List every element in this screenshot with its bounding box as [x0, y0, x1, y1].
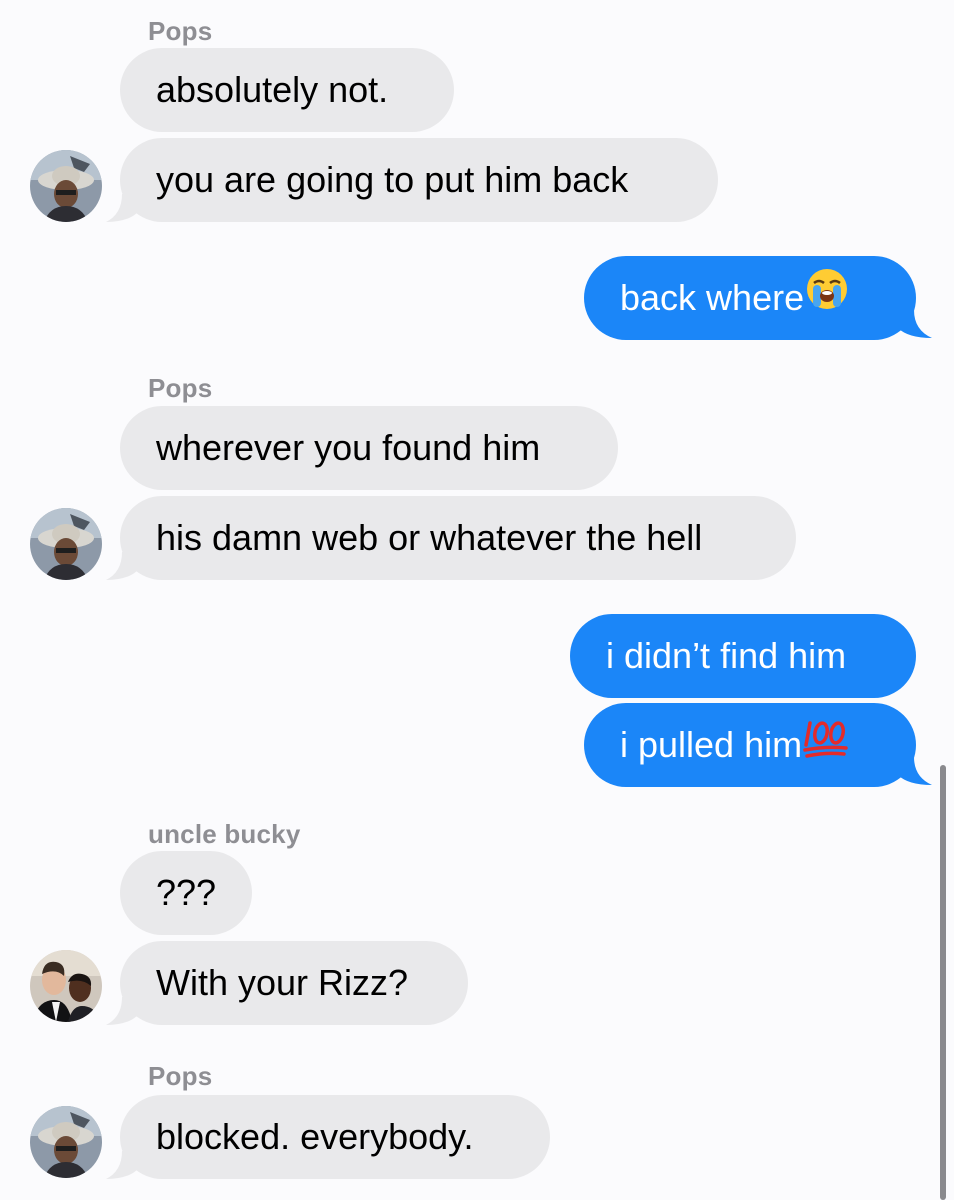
outgoing-message-text: i pulled him: [620, 724, 803, 765]
sender-name-uncle-bucky: uncle bucky: [148, 819, 301, 849]
outgoing-bubble-tail: [898, 757, 932, 785]
avatar-pops-photo: [30, 508, 102, 580]
incoming-message-bubble[interactable]: blocked. everybody.: [120, 1095, 550, 1179]
sender-name-pops: Pops: [148, 1061, 213, 1091]
avatar-pops-photo: [30, 1106, 102, 1178]
hundred-points-icon: [802, 705, 850, 789]
outgoing-message-text: back where: [620, 277, 805, 318]
message-thread[interactable]: Pops absolutely not. you are going to pu…: [0, 0, 954, 1200]
outgoing-message-bubble[interactable]: i pulled him: [584, 703, 916, 787]
avatar-uncle-bucky-photo: [30, 950, 102, 1022]
incoming-bubble-tail: [106, 997, 138, 1025]
loudly-crying-face-icon: [804, 258, 850, 342]
incoming-bubble-tail: [106, 552, 138, 580]
avatar-pops[interactable]: [30, 1106, 102, 1178]
incoming-message-bubble[interactable]: you are going to put him back: [120, 138, 718, 222]
sender-name-pops: Pops: [148, 373, 213, 403]
incoming-message-bubble[interactable]: wherever you found him: [120, 406, 618, 490]
incoming-message-bubble[interactable]: his damn web or whatever the hell: [120, 496, 796, 580]
incoming-bubble-tail: [106, 1151, 138, 1179]
avatar-pops[interactable]: [30, 150, 102, 222]
avatar-uncle-bucky[interactable]: [30, 950, 102, 1022]
sender-name-pops: Pops: [148, 16, 213, 46]
avatar-pops[interactable]: [30, 508, 102, 580]
outgoing-message-bubble[interactable]: back where: [584, 256, 916, 340]
incoming-message-bubble[interactable]: With your Rizz?: [120, 941, 468, 1025]
incoming-bubble-tail: [106, 194, 138, 222]
outgoing-bubble-tail: [898, 310, 932, 338]
incoming-message-bubble[interactable]: absolutely not.: [120, 48, 454, 132]
scrollbar[interactable]: [940, 765, 946, 1200]
avatar-pops-photo: [30, 150, 102, 222]
incoming-message-bubble[interactable]: ???: [120, 851, 252, 935]
outgoing-message-bubble[interactable]: i didn’t find him: [570, 614, 916, 698]
